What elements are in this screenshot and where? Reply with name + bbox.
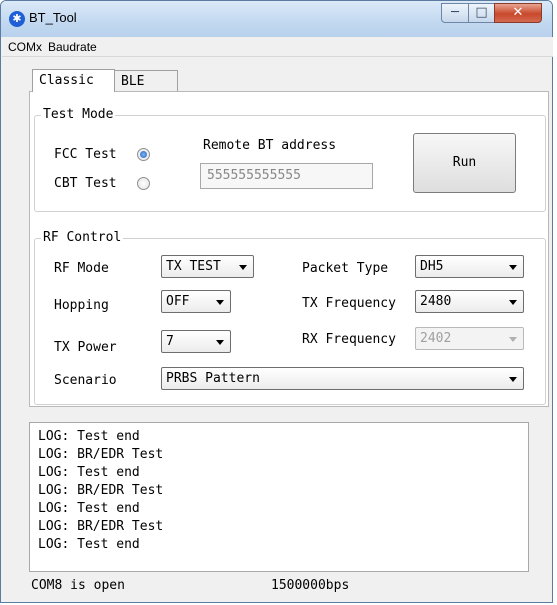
tx-power-value: 7 (166, 334, 174, 349)
chevron-down-icon (239, 265, 247, 270)
cbt-test-label: CBT Test (54, 176, 117, 191)
title-bar[interactable]: ✱ BT_Tool ─ □ ✕ (1, 1, 552, 37)
maximize-icon: □ (475, 5, 488, 20)
close-icon: ✕ (512, 5, 524, 20)
packet-type-value: DH5 (420, 259, 444, 274)
log-line: LOG: Test end (38, 429, 140, 444)
chevron-down-icon (509, 377, 517, 382)
tx-power-label: TX Power (54, 340, 117, 355)
hopping-label: Hopping (54, 298, 109, 313)
rf-mode-select[interactable]: TX TEST (161, 255, 254, 278)
chevron-down-icon (216, 300, 224, 305)
status-port: COM8 is open (31, 578, 125, 593)
packet-type-label: Packet Type (302, 261, 389, 276)
minimize-button[interactable]: ─ (441, 3, 469, 23)
rx-frequency-select: 2402 (415, 327, 524, 350)
menu-bar: COMx Baudrate (2, 37, 553, 57)
cbt-test-radio[interactable] (137, 177, 150, 190)
window-title: BT_Tool (29, 10, 77, 25)
test-mode-group: Test Mode FCC Test CBT Test Remote BT ad… (34, 107, 546, 212)
log-line: LOG: BR/EDR Test (38, 483, 164, 498)
bluetooth-icon: ✱ (9, 11, 25, 27)
minimize-icon: ─ (451, 5, 459, 20)
menu-comx[interactable]: COMx (8, 40, 42, 54)
chevron-down-icon (216, 340, 224, 345)
run-button[interactable]: Run (413, 133, 516, 193)
maximize-button[interactable]: □ (468, 3, 495, 23)
rf-mode-label: RF Mode (54, 261, 109, 276)
tab-ble[interactable]: BLE (114, 70, 178, 92)
log-line: LOG: Test end (38, 465, 140, 480)
log-line: LOG: Test end (38, 501, 140, 516)
rf-control-group: RF Control RF Mode TX TEST Hopping OFF T… (34, 230, 546, 405)
log-textarea[interactable]: LOG: Test end LOG: BR/EDR Test LOG: Test… (29, 422, 529, 572)
hopping-value: OFF (166, 294, 190, 309)
fcc-test-radio[interactable] (137, 148, 150, 161)
packet-type-select[interactable]: DH5 (415, 255, 524, 278)
app-window: ✱ BT_Tool ─ □ ✕ COMx Baudrate Classic BL… (0, 0, 553, 603)
rf-mode-value: TX TEST (166, 259, 221, 274)
rx-frequency-label: RX Frequency (302, 332, 396, 347)
menu-baudrate[interactable]: Baudrate (48, 40, 97, 54)
tab-classic[interactable]: Classic (32, 69, 115, 92)
close-button[interactable]: ✕ (494, 3, 542, 23)
remote-address-input[interactable]: 555555555555 (200, 163, 373, 189)
remote-address-label: Remote BT address (203, 138, 337, 153)
hopping-select[interactable]: OFF (161, 290, 231, 313)
tx-frequency-select[interactable]: 2480 (415, 290, 524, 313)
scenario-select[interactable]: PRBS Pattern (161, 367, 524, 390)
chevron-down-icon (509, 337, 517, 342)
log-line: LOG: BR/EDR Test (38, 447, 164, 462)
chevron-down-icon (509, 265, 517, 270)
log-line: LOG: Test end (38, 537, 140, 552)
tx-frequency-value: 2480 (420, 294, 452, 309)
tx-frequency-label: TX Frequency (302, 296, 396, 311)
rf-control-title: RF Control (41, 230, 124, 245)
classic-tab-panel: Test Mode FCC Test CBT Test Remote BT ad… (29, 91, 549, 407)
status-baud: 1500000bps (271, 578, 350, 593)
log-line: LOG: BR/EDR Test (38, 519, 164, 534)
tx-power-select[interactable]: 7 (161, 330, 231, 353)
test-mode-title: Test Mode (41, 107, 116, 122)
rx-frequency-value: 2402 (420, 331, 452, 346)
scenario-value: PRBS Pattern (166, 371, 260, 386)
scenario-label: Scenario (54, 373, 117, 388)
chevron-down-icon (509, 300, 517, 305)
fcc-test-label: FCC Test (54, 147, 117, 162)
